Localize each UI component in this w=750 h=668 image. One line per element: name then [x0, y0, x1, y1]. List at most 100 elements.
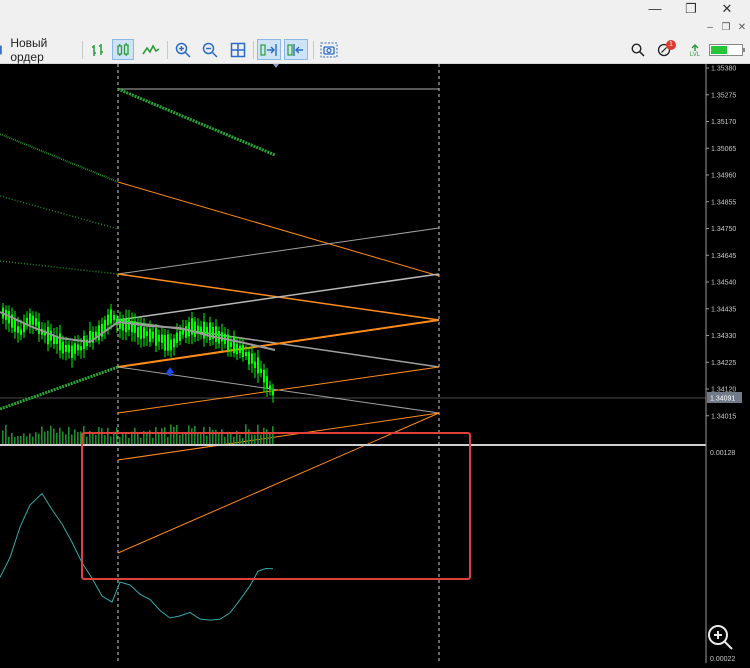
candle-body	[47, 326, 49, 345]
volume-bar	[191, 428, 193, 444]
zoom-magnifier-button[interactable]	[708, 625, 733, 650]
search-button[interactable]	[628, 39, 648, 60]
price-axis[interactable]: 1.35380 1.35275 1.35170 1.35065 1.34960 1.348…	[706, 66, 736, 421]
candles-button[interactable]	[112, 39, 134, 60]
candle-body	[134, 321, 136, 333]
volume-bar	[23, 433, 25, 444]
autoscroll-button[interactable]	[257, 39, 281, 60]
volume-bar	[188, 425, 190, 444]
volume-bar	[65, 434, 67, 444]
menu-bar: – ❐ ✕	[0, 20, 750, 36]
volume-bar	[119, 437, 121, 444]
volume-bar	[233, 436, 235, 444]
mdi-minimize-button[interactable]: –	[703, 21, 717, 35]
candle-body	[158, 334, 160, 342]
restore-icon: ❐	[685, 1, 697, 16]
green-dotted-trendline[interactable]	[117, 87, 276, 157]
volume-bar	[29, 433, 31, 444]
autoscroll-icon	[260, 43, 277, 56]
candle-body	[107, 314, 109, 326]
line-chart-button[interactable]	[140, 39, 162, 60]
green-dotted-trendline[interactable]	[0, 365, 119, 411]
candle-body	[155, 328, 157, 346]
indicator-axis-bottom: 0.00022	[710, 656, 735, 663]
candle-body	[71, 345, 73, 358]
volume-bar	[140, 437, 142, 444]
volume-bar	[200, 432, 202, 444]
zoom-out-button[interactable]	[199, 39, 221, 60]
candle-body	[272, 390, 274, 396]
highlight-box	[81, 432, 471, 580]
green-dotted-trendline[interactable]	[0, 195, 119, 230]
volume-bar	[266, 429, 268, 444]
new-order-button[interactable]: Новый ордер	[0, 36, 76, 64]
volume-bar	[176, 424, 178, 444]
volume-bar	[32, 436, 34, 444]
candle-body	[140, 325, 142, 340]
volume-bar	[221, 429, 223, 444]
candle-body	[110, 309, 112, 324]
volume-bar	[155, 426, 157, 444]
volume-bar	[248, 429, 250, 444]
candle-body	[152, 331, 154, 339]
zoom-in-button[interactable]	[172, 39, 194, 60]
gray-trendline[interactable]	[117, 227, 440, 275]
screenshot-icon	[320, 42, 338, 57]
volume-bar	[245, 424, 247, 444]
mdi-close-button[interactable]: ✕	[735, 21, 749, 35]
price-axis-label: 1.34015	[711, 413, 736, 420]
candle-body	[257, 357, 259, 374]
new-order-label: Новый ордер	[10, 35, 48, 64]
candle-body	[146, 331, 148, 337]
volume-bar	[35, 432, 37, 444]
volume-bar	[167, 436, 169, 444]
candle-body	[128, 319, 130, 330]
volume-bar	[239, 434, 241, 444]
candle-body	[248, 351, 250, 365]
chart-shift-button[interactable]	[284, 39, 308, 60]
price-chart[interactable]: 1.35380 1.35275 1.35170 1.35065 1.34960 1.348…	[0, 64, 750, 663]
candle-body	[68, 344, 70, 353]
candle-body	[242, 344, 244, 358]
candle-body	[32, 315, 34, 325]
candle-body	[161, 334, 163, 343]
volume-bar	[164, 427, 166, 444]
volume-bar	[71, 434, 73, 444]
mdi-restore-button[interactable]: ❐	[719, 21, 733, 35]
candle-body	[38, 321, 40, 335]
candle-body	[65, 344, 67, 352]
candle-body	[197, 325, 199, 332]
minimize-button[interactable]: —	[640, 0, 670, 20]
candle-body	[203, 321, 205, 339]
volume-bar	[215, 429, 217, 444]
volume-bar	[263, 427, 265, 444]
candle-body	[239, 345, 241, 354]
price-axis-label: 1.34750	[711, 226, 736, 233]
candle-body	[206, 326, 208, 335]
candle-body	[269, 385, 271, 390]
level-label: LVL	[689, 51, 701, 58]
orange-trendline[interactable]	[117, 412, 440, 461]
chart-canvas[interactable]: 1.35380 1.35275 1.35170 1.35065 1.34960 1.348…	[0, 64, 750, 663]
green-dotted-trendline[interactable]	[0, 260, 119, 275]
chart-shift-marker	[273, 64, 279, 68]
candle-body	[119, 318, 121, 329]
search-icon	[631, 42, 645, 57]
grid-button[interactable]	[227, 39, 249, 60]
mdi-restore-icon: ❐	[721, 22, 731, 33]
screenshot-button[interactable]	[318, 39, 340, 60]
notifications-badge: 1	[666, 40, 676, 50]
close-button[interactable]: ✕	[712, 0, 742, 20]
volume-bar	[56, 432, 58, 444]
maximize-button[interactable]: ❐	[676, 0, 706, 20]
zoom-out-icon	[202, 42, 218, 58]
orange-trendline[interactable]	[117, 181, 440, 277]
candle-body	[260, 368, 262, 373]
volume-bar	[47, 430, 49, 444]
volume-bar	[224, 436, 226, 444]
volume-bar	[101, 428, 103, 444]
volume-bar	[137, 433, 139, 444]
bar-chart-button[interactable]	[88, 39, 108, 60]
green-dotted-trendline[interactable]	[0, 133, 119, 183]
minimize-icon: —	[648, 1, 662, 16]
